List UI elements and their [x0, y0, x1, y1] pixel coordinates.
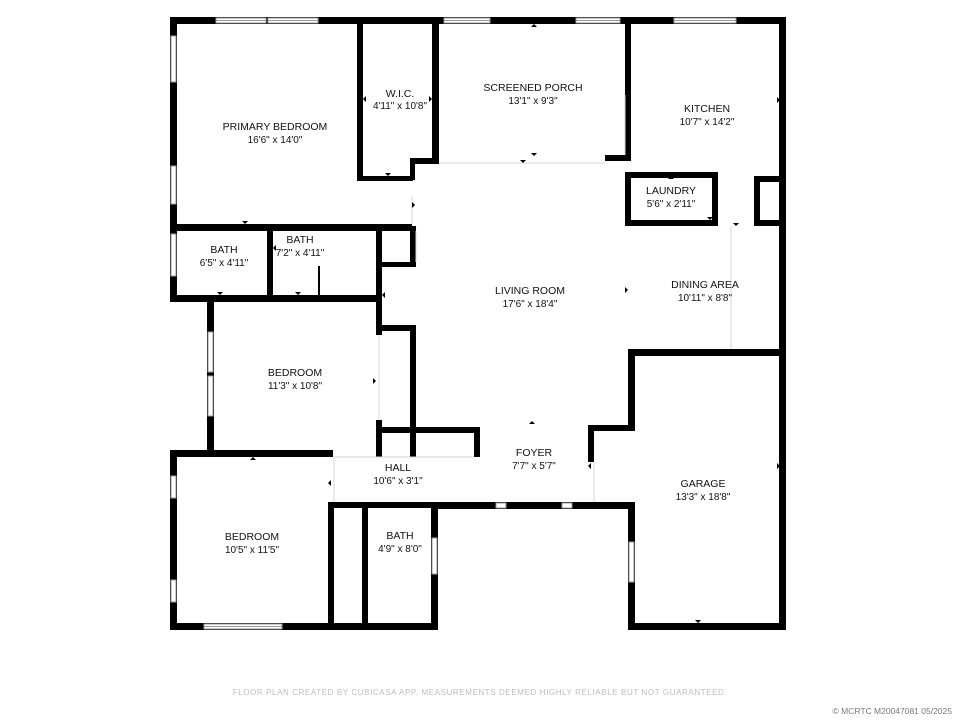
room-bath-1-dims: 6'5" x 4'11": [200, 258, 249, 269]
copyright-text: © MCRTC M20047081 05/2025: [832, 706, 952, 716]
room-bedroom-2-name: BEDROOM: [225, 531, 279, 543]
room-wic-name: W.I.C.: [386, 88, 415, 100]
room-bath-2-name: BATH: [286, 234, 313, 246]
disclaimer-text: FLOOR PLAN CREATED BY CUBICASA APP. MEAS…: [232, 688, 728, 697]
room-primary-bedroom-name: PRIMARY BEDROOM: [223, 121, 328, 133]
room-foyer-name: FOYER: [516, 447, 553, 459]
room-bedroom-1-dims: 11'3" x 10'8": [268, 381, 323, 392]
room-kitchen-dims: 10'7" x 14'2": [680, 117, 735, 128]
room-hall-name: HALL: [385, 462, 411, 474]
room-garage-dims: 13'3" x 18'8": [676, 492, 731, 503]
room-bath-3-name: BATH: [386, 530, 413, 542]
room-foyer-dims: 7'7" x 5'7": [512, 461, 556, 472]
floor-plan: PRIMARY BEDROOM 16'6" x 14'0" W.I.C. 4'1…: [170, 17, 786, 630]
room-bedroom-1-name: BEDROOM: [268, 367, 322, 379]
room-labels: PRIMARY BEDROOM 16'6" x 14'0" W.I.C. 4'1…: [200, 82, 739, 556]
room-laundry-name: LAUNDRY: [646, 185, 696, 197]
room-wic-dims: 4'11" x 10'8": [373, 101, 428, 112]
room-screened-porch-dims: 13'1" x 9'3": [508, 96, 558, 107]
room-dining-area-dims: 10'11" x 8'8": [678, 293, 733, 304]
room-kitchen-name: KITCHEN: [684, 103, 730, 115]
room-dining-area-name: DINING AREA: [671, 279, 739, 291]
room-hall-dims: 10'6" x 3'1": [373, 476, 423, 487]
room-screened-porch-name: SCREENED PORCH: [483, 82, 582, 94]
room-bath-3-dims: 4'9" x 8'0": [378, 544, 422, 555]
room-living-room-name: LIVING ROOM: [495, 285, 565, 297]
room-primary-bedroom-dims: 16'6" x 14'0": [248, 135, 303, 146]
room-garage-name: GARAGE: [681, 478, 726, 490]
room-bath-1-name: BATH: [210, 244, 237, 256]
room-bath-2-dims: 7'2" x 4'11": [276, 248, 325, 259]
room-laundry-dims: 5'6" x 2'11": [647, 199, 696, 210]
room-living-room-dims: 17'6" x 18'4": [503, 299, 558, 310]
room-bedroom-2-dims: 10'5" x 11'5": [225, 545, 280, 556]
